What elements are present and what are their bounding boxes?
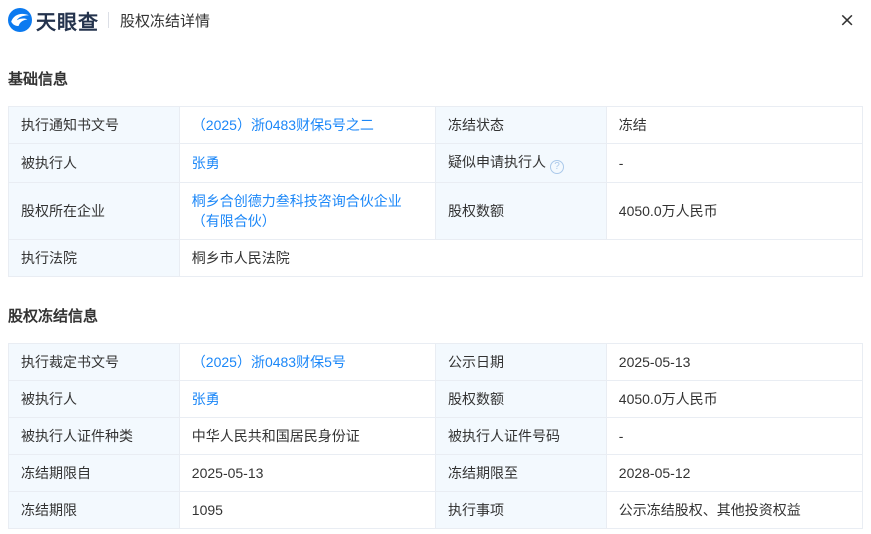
- field-value: 桐乡合创德力叁科技咨询合伙企业（有限合伙）: [179, 183, 435, 240]
- section-title-basic-info: 基础信息: [8, 68, 863, 89]
- tianyancha-logo-icon: [8, 8, 32, 32]
- field-value: -: [606, 144, 862, 183]
- table-row: 执行裁定书文号 （2025）浙0483财保5号 公示日期 2025-05-13: [9, 344, 863, 381]
- field-label: 执行裁定书文号: [9, 344, 180, 381]
- field-value: 冻结: [606, 107, 862, 144]
- field-label: 公示日期: [435, 344, 606, 381]
- field-label: 股权数额: [435, 183, 606, 240]
- table-row: 冻结期限 1095 执行事项 公示冻结股权、其他投资权益: [9, 492, 863, 529]
- field-value: （2025）浙0483财保5号之二: [179, 107, 435, 144]
- field-value: 张勇: [179, 381, 435, 418]
- field-label: 被执行人证件种类: [9, 418, 180, 455]
- field-label: 冻结期限自: [9, 455, 180, 492]
- field-value: 公示冻结股权、其他投资权益: [606, 492, 862, 529]
- field-value: 1095: [179, 492, 435, 529]
- field-value: 4050.0万人民币: [606, 381, 862, 418]
- field-label: 冻结状态: [435, 107, 606, 144]
- ruling-number-link[interactable]: （2025）浙0483财保5号: [192, 354, 346, 370]
- table-row: 被执行人 张勇 疑似申请执行人? -: [9, 144, 863, 183]
- field-label: 股权数额: [435, 381, 606, 418]
- field-label: 被执行人: [9, 144, 180, 183]
- field-label: 股权所在企业: [9, 183, 180, 240]
- field-value: 4050.0万人民币: [606, 183, 862, 240]
- field-label: 冻结期限: [9, 492, 180, 529]
- field-label: 执行法院: [9, 240, 180, 277]
- field-value: -: [606, 418, 862, 455]
- page-title: 股权冻结详情: [120, 10, 210, 31]
- field-value: 2025-05-13: [179, 455, 435, 492]
- field-value: 2025-05-13: [606, 344, 862, 381]
- modal-body: 基础信息 执行通知书文号 （2025）浙0483财保5号之二 冻结状态 冻结 被…: [0, 68, 871, 529]
- field-value: 桐乡市人民法院: [179, 240, 862, 277]
- table-row: 股权所在企业 桐乡合创德力叁科技咨询合伙企业（有限合伙） 股权数额 4050.0…: [9, 183, 863, 240]
- basic-info-table: 执行通知书文号 （2025）浙0483财保5号之二 冻结状态 冻结 被执行人 张…: [8, 106, 863, 277]
- table-row: 冻结期限自 2025-05-13 冻结期限至 2028-05-12: [9, 455, 863, 492]
- field-value: （2025）浙0483财保5号: [179, 344, 435, 381]
- help-icon[interactable]: ?: [550, 160, 564, 174]
- field-label: 被执行人证件号码: [435, 418, 606, 455]
- field-value: 2028-05-12: [606, 455, 862, 492]
- close-icon[interactable]: ×: [835, 9, 859, 32]
- tianyancha-logo-text: 天眼查: [36, 6, 99, 35]
- field-label: 执行事项: [435, 492, 606, 529]
- field-label-text: 疑似申请执行人: [448, 154, 546, 170]
- section-title-freeze-info: 股权冻结信息: [8, 305, 863, 326]
- field-label: 冻结期限至: [435, 455, 606, 492]
- field-label: 执行通知书文号: [9, 107, 180, 144]
- table-row: 执行通知书文号 （2025）浙0483财保5号之二 冻结状态 冻结: [9, 107, 863, 144]
- freeze-info-table: 执行裁定书文号 （2025）浙0483财保5号 公示日期 2025-05-13 …: [8, 343, 863, 529]
- company-link[interactable]: 桐乡合创德力叁科技咨询合伙企业（有限合伙）: [192, 193, 402, 229]
- table-row: 被执行人证件种类 中华人民共和国居民身份证 被执行人证件号码 -: [9, 418, 863, 455]
- field-value: 张勇: [179, 144, 435, 183]
- modal-header: 天眼查 股权冻结详情 ×: [0, 0, 871, 40]
- field-label: 被执行人: [9, 381, 180, 418]
- notice-number-link[interactable]: （2025）浙0483财保5号之二: [192, 117, 374, 133]
- table-row: 被执行人 张勇 股权数额 4050.0万人民币: [9, 381, 863, 418]
- field-label: 疑似申请执行人?: [435, 144, 606, 183]
- executed-person-link[interactable]: 张勇: [192, 155, 220, 171]
- field-value: 中华人民共和国居民身份证: [179, 418, 435, 455]
- tianyancha-logo[interactable]: 天眼查: [8, 6, 99, 35]
- header-divider: [108, 12, 109, 28]
- table-row: 执行法院 桐乡市人民法院: [9, 240, 863, 277]
- executed-person-link[interactable]: 张勇: [192, 391, 220, 407]
